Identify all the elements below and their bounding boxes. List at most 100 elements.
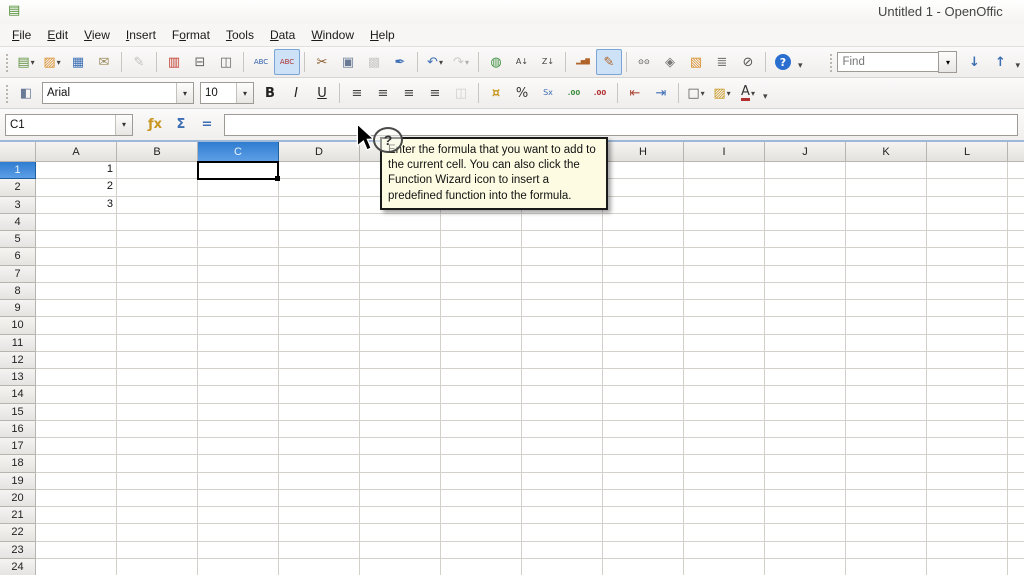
cell-F24[interactable]: [441, 559, 522, 575]
row-header-5[interactable]: 5: [0, 231, 36, 248]
cell-C21[interactable]: [198, 507, 279, 524]
cell-B18[interactable]: [117, 455, 198, 472]
cell-L5[interactable]: [927, 231, 1008, 248]
chevron-down-icon[interactable]: ▾: [115, 115, 132, 135]
cell-B4[interactable]: [117, 214, 198, 231]
cell-F18[interactable]: [441, 455, 522, 472]
cell-K5[interactable]: [846, 231, 927, 248]
navigator-icon[interactable]: ◈: [657, 49, 683, 75]
cell-F22[interactable]: [441, 524, 522, 541]
cell-partial[interactable]: [1008, 524, 1024, 541]
cell-C17[interactable]: [198, 438, 279, 455]
cell-B9[interactable]: [117, 300, 198, 317]
toolbar-grip[interactable]: [4, 52, 9, 72]
cell-E18[interactable]: [360, 455, 441, 472]
cell-L11[interactable]: [927, 335, 1008, 352]
cell-I3[interactable]: [684, 197, 765, 214]
cell-F12[interactable]: [441, 352, 522, 369]
cell-J9[interactable]: [765, 300, 846, 317]
cell-partial[interactable]: [1008, 283, 1024, 300]
cell-H2[interactable]: [603, 179, 684, 196]
cell-partial[interactable]: [1008, 335, 1024, 352]
cell-J18[interactable]: [765, 455, 846, 472]
cell-G20[interactable]: [522, 490, 603, 507]
row-header-21[interactable]: 21: [0, 507, 36, 524]
equals-icon[interactable]: =: [194, 112, 220, 138]
sort-ascending-icon[interactable]: A↓: [509, 49, 535, 75]
menu-view[interactable]: View: [76, 26, 118, 44]
cell-D12[interactable]: [279, 352, 360, 369]
sum-icon[interactable]: Σ: [168, 112, 194, 138]
column-header-partial[interactable]: [1008, 142, 1024, 162]
cell-B5[interactable]: [117, 231, 198, 248]
cell-B21[interactable]: [117, 507, 198, 524]
cell-B23[interactable]: [117, 542, 198, 559]
cell-I21[interactable]: [684, 507, 765, 524]
cell-L8[interactable]: [927, 283, 1008, 300]
chevron-down-icon[interactable]: ▾: [176, 83, 193, 103]
open-icon[interactable]: ▨▾: [39, 49, 65, 75]
cell-J4[interactable]: [765, 214, 846, 231]
cell-C24[interactable]: [198, 559, 279, 575]
cell-B13[interactable]: [117, 369, 198, 386]
cell-G19[interactable]: [522, 473, 603, 490]
cell-I12[interactable]: [684, 352, 765, 369]
cell-C4[interactable]: [198, 214, 279, 231]
cell-partial[interactable]: [1008, 197, 1024, 214]
cell-H3[interactable]: [603, 197, 684, 214]
cell-C19[interactable]: [198, 473, 279, 490]
cell-E8[interactable]: [360, 283, 441, 300]
cell-partial[interactable]: [1008, 404, 1024, 421]
cell-partial[interactable]: [1008, 162, 1024, 179]
find-toolbar-overflow-caret[interactable]: ▾: [1015, 61, 1020, 71]
column-header-K[interactable]: K: [846, 142, 927, 162]
cell-L7[interactable]: [927, 266, 1008, 283]
font-color-icon-caret[interactable]: ▾: [751, 89, 755, 98]
menu-tools[interactable]: Tools: [218, 26, 262, 44]
column-header-C[interactable]: C: [198, 142, 279, 162]
cell-D6[interactable]: [279, 248, 360, 265]
cell-D18[interactable]: [279, 455, 360, 472]
row-header-17[interactable]: 17: [0, 438, 36, 455]
cell-K12[interactable]: [846, 352, 927, 369]
cell-G23[interactable]: [522, 542, 603, 559]
cell-F15[interactable]: [441, 404, 522, 421]
cell-D17[interactable]: [279, 438, 360, 455]
cell-L24[interactable]: [927, 559, 1008, 575]
row-header-9[interactable]: 9: [0, 300, 36, 317]
find-input[interactable]: [837, 52, 938, 72]
cell-L21[interactable]: [927, 507, 1008, 524]
hyperlink-icon[interactable]: ◍: [483, 49, 509, 75]
cell-E4[interactable]: [360, 214, 441, 231]
styles-formatting-icon[interactable]: ◧: [13, 80, 39, 106]
cell-B15[interactable]: [117, 404, 198, 421]
cell-K3[interactable]: [846, 197, 927, 214]
cell-J3[interactable]: [765, 197, 846, 214]
cell-F21[interactable]: [441, 507, 522, 524]
cell-K17[interactable]: [846, 438, 927, 455]
cell-D5[interactable]: [279, 231, 360, 248]
cell-J12[interactable]: [765, 352, 846, 369]
format-paintbrush-icon[interactable]: ✒: [387, 49, 413, 75]
borders-icon-caret[interactable]: ▾: [701, 89, 705, 98]
cell-J22[interactable]: [765, 524, 846, 541]
find-previous-icon[interactable]: ↑: [987, 49, 1013, 75]
cell-H21[interactable]: [603, 507, 684, 524]
cell-J11[interactable]: [765, 335, 846, 352]
currency-format-icon[interactable]: ¤: [483, 80, 509, 106]
cell-G4[interactable]: [522, 214, 603, 231]
cell-D21[interactable]: [279, 507, 360, 524]
menu-help[interactable]: Help: [362, 26, 403, 44]
gallery-icon[interactable]: ▧: [683, 49, 709, 75]
cell-K11[interactable]: [846, 335, 927, 352]
cell-L19[interactable]: [927, 473, 1008, 490]
cell-C15[interactable]: [198, 404, 279, 421]
cell-E24[interactable]: [360, 559, 441, 575]
cell-A18[interactable]: [36, 455, 117, 472]
cell-partial[interactable]: [1008, 369, 1024, 386]
cell-H1[interactable]: [603, 162, 684, 179]
cell-E14[interactable]: [360, 386, 441, 403]
open-icon-caret[interactable]: ▾: [57, 58, 61, 67]
row-header-8[interactable]: 8: [0, 283, 36, 300]
cell-J17[interactable]: [765, 438, 846, 455]
